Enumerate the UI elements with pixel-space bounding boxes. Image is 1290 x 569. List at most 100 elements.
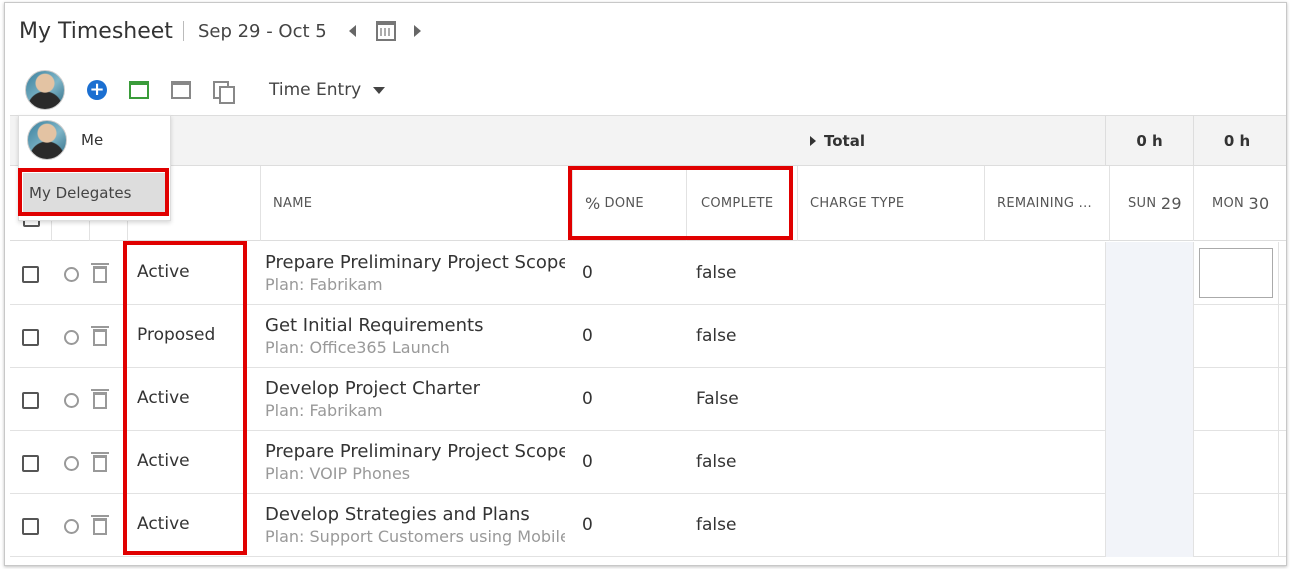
add-time-button[interactable] [129,81,149,99]
col-name[interactable]: NAME [260,166,572,241]
row-status: Active [137,388,190,408]
row-name-cell[interactable]: Develop Strategies and Plans Plan: Suppor… [265,504,565,546]
column-header-row: NAME % DONE COMPLETE CHARGE TYPE REMAININ… [10,166,1286,241]
col-complete[interactable]: COMPLETE [686,166,797,241]
user-avatar[interactable] [25,70,65,110]
complete-value: False [696,389,739,409]
pct-done-value: 0 [582,452,593,472]
sun-cell[interactable] [1105,431,1193,494]
view-dropdown[interactable]: Time Entry [269,80,386,100]
plus-circle-icon: + [87,80,107,100]
calendar-icon[interactable] [375,21,396,41]
row-name-cell[interactable]: Prepare Preliminary Project Scope Statem… [265,252,565,294]
task-name: Develop Strategies and Plans [265,504,530,525]
total-sun: 0 h [1105,116,1193,166]
menu-item-my-delegates[interactable]: My Delegates [23,173,167,213]
row-checkbox[interactable] [22,518,39,535]
menu-item-me[interactable]: Me [27,120,103,160]
mon-cell[interactable] [1193,242,1279,305]
user-dropdown-menu: Me My Delegates [18,115,171,221]
task-name: Get Initial Requirements [265,315,484,336]
add-row-button[interactable]: + [87,80,107,100]
status-circle-icon[interactable] [64,267,79,282]
col-sun[interactable]: SUN 29 [1109,166,1193,241]
table-row[interactable]: Active Prepare Preliminary Project Scope… [10,431,1286,494]
avatar [27,120,67,160]
row-checkbox[interactable] [22,392,39,409]
next-week-icon[interactable] [413,25,421,37]
status-circle-icon[interactable] [64,456,79,471]
pct-done-value: 0 [582,389,593,409]
previous-week-icon[interactable] [348,25,356,37]
calendar-back-icon [171,81,191,99]
col-charge-type[interactable]: CHARGE TYPE [797,166,984,241]
total-mon: 0 h [1193,116,1280,166]
plan-name: Plan: Office365 Launch [265,338,450,357]
pct-done-value: 0 [582,515,593,535]
task-name: Prepare Preliminary Project Scope Statem… [265,441,565,462]
page-header: My Timesheet Sep 29 - Oct 5 [19,13,421,49]
plan-name: Plan: VOIP Phones [265,464,411,483]
row-checkbox[interactable] [22,455,39,472]
copy-button[interactable] [213,81,235,104]
page-title: My Timesheet [19,18,173,44]
delete-icon[interactable] [91,326,109,346]
col-mon[interactable]: MON 30 [1193,166,1280,241]
delete-icon[interactable] [91,515,109,535]
table-row[interactable]: Active Develop Strategies and Plans Plan:… [10,494,1286,557]
calendar-add-icon [129,81,149,99]
header-divider [182,21,184,41]
total-row: Total 0 h 0 h [10,115,1286,166]
delete-icon[interactable] [91,389,109,409]
menu-item-me-label: Me [81,131,104,149]
date-range: Sep 29 - Oct 5 [197,20,327,42]
task-name: Develop Project Charter [265,378,481,399]
plan-name: Plan: Support Customers using Mobile [265,527,565,546]
sun-cell[interactable] [1105,305,1193,368]
timesheet-window: My Timesheet Sep 29 - Oct 5 + Time Entry… [4,2,1287,566]
mon-cell[interactable] [1193,368,1279,431]
total-label: Total [824,132,865,150]
row-checkbox[interactable] [22,266,39,283]
plan-name: Plan: Fabrikam [265,401,383,420]
delete-icon[interactable] [91,263,109,283]
status-circle-icon[interactable] [64,519,79,534]
row-status: Proposed [137,325,216,345]
table-row[interactable]: Active Develop Project Charter Plan: Fabr… [10,368,1286,431]
complete-value: false [696,515,737,535]
table-row[interactable]: Proposed Get Initial Requirements Plan: O… [10,305,1286,368]
complete-value: false [696,326,737,346]
task-name: Prepare Preliminary Project Scope Statem… [265,252,565,273]
table-row[interactable]: Active Prepare Preliminary Project Scope… [10,242,1286,305]
col-remaining[interactable]: REMAINING ... [984,166,1109,241]
row-status: Active [137,451,190,471]
sun-cell[interactable] [1105,242,1193,305]
row-name-cell[interactable]: Develop Project Charter Plan: Fabrikam [265,378,565,420]
status-circle-icon[interactable] [64,393,79,408]
chevron-down-icon [373,86,386,94]
sun-cell[interactable] [1105,494,1193,557]
mon-cell[interactable] [1193,431,1279,494]
view-dropdown-label: Time Entry [269,80,362,100]
delete-icon[interactable] [91,452,109,472]
complete-value: false [696,452,737,472]
row-name-cell[interactable]: Prepare Preliminary Project Scope Statem… [265,441,565,483]
status-circle-icon[interactable] [64,330,79,345]
row-status: Active [137,514,190,534]
hours-input[interactable] [1199,248,1273,298]
row-status: Active [137,262,190,282]
mon-cell[interactable] [1193,494,1279,557]
complete-value: false [696,263,737,283]
total-expander[interactable]: Total [810,132,865,150]
sun-cell[interactable] [1105,368,1193,431]
copy-icon [213,81,235,104]
pct-done-value: 0 [582,263,593,283]
expand-icon [810,136,816,146]
toolbar: + Time Entry [25,69,386,111]
row-checkbox[interactable] [22,329,39,346]
previous-period-button[interactable] [171,81,191,99]
row-name-cell[interactable]: Get Initial Requirements Plan: Office365 … [265,315,565,357]
mon-cell[interactable] [1193,305,1279,368]
plan-name: Plan: Fabrikam [265,275,383,294]
col-pct-done[interactable]: % DONE [572,166,686,241]
